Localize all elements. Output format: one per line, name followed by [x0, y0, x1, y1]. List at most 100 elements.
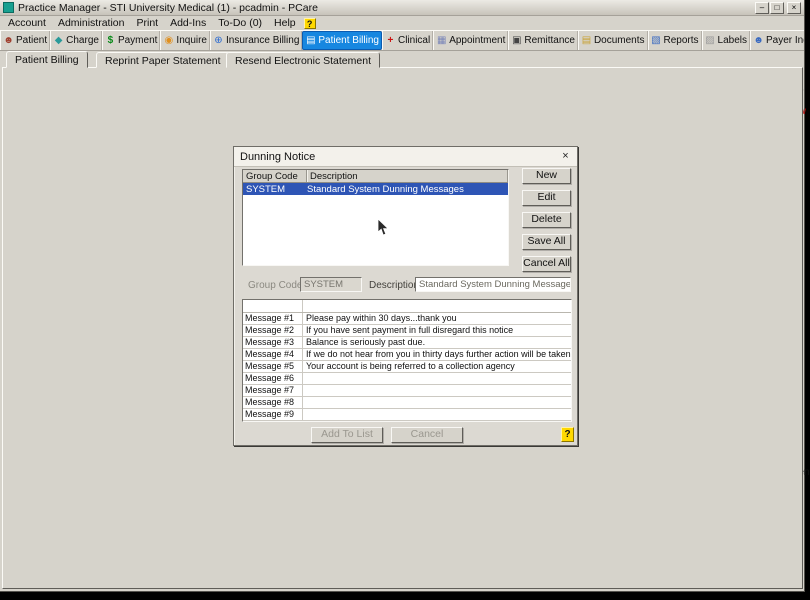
- charge-icon: ◆: [53, 35, 64, 46]
- title-bar[interactable]: Practice Manager - STI University Medica…: [0, 0, 804, 16]
- message-label: Message #6: [243, 373, 303, 384]
- save-all-button[interactable]: Save All: [522, 234, 571, 250]
- tab-patient-billing[interactable]: Patient Billing: [6, 51, 88, 68]
- toolbar-label: Charge: [66, 35, 99, 46]
- dialog-help-icon[interactable]: ?: [561, 427, 574, 442]
- toolbar-label: Documents: [594, 35, 645, 46]
- menu-help[interactable]: Help: [268, 16, 302, 30]
- group-code-column-header[interactable]: Group Code: [243, 170, 307, 182]
- description-column-header[interactable]: Description: [307, 170, 508, 182]
- message-text: If we do not hear from you in thirty day…: [303, 349, 571, 360]
- toolbar-appointment[interactable]: ▦Appointment: [433, 31, 508, 50]
- cancel-all-button[interactable]: Cancel All: [522, 256, 571, 272]
- message-row[interactable]: Message #7: [243, 385, 571, 397]
- toolbar-label: Payment: [118, 35, 157, 46]
- message-row[interactable]: Message #1Please pay within 30 days...th…: [243, 313, 571, 325]
- toolbar-label: Inquire: [176, 35, 207, 46]
- menu-add-ins[interactable]: Add-Ins: [164, 16, 212, 30]
- reports-icon: ▧: [651, 35, 662, 46]
- dunning-list-header: Group Code Description: [243, 170, 508, 183]
- dialog-title-bar[interactable]: Dunning Notice: [234, 147, 577, 167]
- message-label: Message #9: [243, 409, 303, 420]
- toolbar-label: Patient: [16, 35, 47, 46]
- menu-account[interactable]: Account: [2, 16, 52, 30]
- button-label: New: [536, 169, 557, 181]
- toolbar-insurance-billing[interactable]: ⊕Insurance Billing: [210, 31, 302, 50]
- toolbar-label: Reports: [664, 35, 699, 46]
- toolbar-label: Payer Inquiries: [766, 35, 804, 46]
- dialog-title: Dunning Notice: [240, 151, 315, 163]
- message-row[interactable]: Message #5Your account is being referred…: [243, 361, 571, 373]
- payment-icon: $: [105, 35, 116, 46]
- tab-resend-electronic-statement[interactable]: Resend Electronic Statement: [226, 52, 380, 68]
- message-row[interactable]: Message #6: [243, 373, 571, 385]
- toolbar-inquire[interactable]: ◉Inquire: [160, 31, 210, 50]
- main-toolbar: ☻Patient ◆Charge $Payment ◉Inquire ⊕Insu…: [0, 30, 804, 51]
- menu-bar: Account Administration Print Add-Ins To-…: [0, 16, 804, 30]
- new-button[interactable]: New: [522, 168, 571, 184]
- toolbar-patient[interactable]: ☻Patient: [0, 31, 50, 50]
- message-text: [303, 373, 571, 384]
- message-text: If you have sent payment in full disrega…: [303, 325, 571, 336]
- tab-reprint-paper-statement[interactable]: Reprint Paper Statement: [96, 52, 230, 68]
- dialog-cancel-button: Cancel: [391, 427, 463, 443]
- toolbar-patient-billing[interactable]: ▤Patient Billing: [302, 31, 382, 50]
- message-row[interactable]: Message #4If we do not hear from you in …: [243, 349, 571, 361]
- close-icon: ×: [562, 150, 568, 162]
- app-icon: [3, 2, 14, 13]
- payer-inquiries-icon: ☻: [753, 35, 764, 46]
- toolbar-label: Patient Billing: [318, 35, 379, 46]
- button-label: Save All: [528, 235, 566, 247]
- dialog-close-button[interactable]: ×: [558, 150, 573, 164]
- toolbar-payment[interactable]: $Payment: [102, 31, 160, 50]
- message-label: Message #4: [243, 349, 303, 360]
- toolbar-remittance[interactable]: ▣Remittance: [508, 31, 578, 50]
- message-row[interactable]: Message #8: [243, 397, 571, 409]
- group-code-field: SYSTEM: [300, 277, 362, 292]
- message-label: Message #7: [243, 385, 303, 396]
- description-field[interactable]: Standard System Dunning Messages: [415, 277, 571, 292]
- description-cell: Standard System Dunning Messages: [307, 184, 508, 195]
- insurance-billing-icon: ⊕: [213, 35, 224, 46]
- help-label: ?: [564, 429, 570, 440]
- message-row[interactable]: Message #2If you have sent payment in fu…: [243, 325, 571, 337]
- close-button[interactable]: ×: [787, 2, 801, 14]
- maximize-button[interactable]: □: [770, 2, 784, 14]
- toolbar-documents[interactable]: ▤Documents: [578, 31, 648, 50]
- dunning-group-list[interactable]: Group Code Description SYSTEM Standard S…: [242, 169, 509, 266]
- tab-label: Resend Electronic Statement: [235, 55, 371, 67]
- dunning-notice-dialog: Dunning Notice × Group Code Description …: [233, 146, 578, 446]
- message-row[interactable]: Message #9: [243, 409, 571, 421]
- tab-label: Patient Billing: [15, 54, 79, 66]
- menu-to-do[interactable]: To-Do (0): [212, 16, 268, 30]
- app-window: Practice Manager - STI University Medica…: [0, 0, 805, 592]
- inquire-icon: ◉: [163, 35, 174, 46]
- edit-button[interactable]: Edit: [522, 190, 571, 206]
- button-label: Add To List: [321, 428, 373, 440]
- message-row[interactable]: Message #3Balance is seriously past due.: [243, 337, 571, 349]
- dunning-messages-table[interactable]: Message #1Please pay within 30 days...th…: [242, 299, 572, 422]
- toolbar-label: Insurance Billing: [226, 35, 299, 46]
- remittance-icon: ▣: [511, 35, 522, 46]
- toolbar-clinical[interactable]: +Clinical: [382, 31, 433, 50]
- delete-button[interactable]: Delete: [522, 212, 571, 228]
- messages-table-header: [243, 300, 571, 313]
- minimize-button[interactable]: –: [755, 2, 769, 14]
- toolbar-labels[interactable]: ▨Labels: [702, 31, 750, 50]
- appointment-icon: ▦: [436, 35, 447, 46]
- toolbar-reports[interactable]: ▧Reports: [648, 31, 702, 50]
- window-title: Practice Manager - STI University Medica…: [18, 2, 318, 14]
- dunning-group-row[interactable]: SYSTEM Standard System Dunning Messages: [243, 183, 508, 195]
- menu-administration[interactable]: Administration: [52, 16, 131, 30]
- toolbar-label: Remittance: [524, 35, 575, 46]
- patient-icon: ☻: [3, 35, 14, 46]
- group-code-label: Group Code:: [248, 280, 305, 291]
- tab-label: Reprint Paper Statement: [105, 55, 221, 67]
- column-label: Description: [310, 171, 358, 182]
- toolbar-payer-inquiries[interactable]: ☻Payer Inquiries: [750, 31, 804, 50]
- toolbar-charge[interactable]: ◆Charge: [50, 31, 102, 50]
- menu-print[interactable]: Print: [130, 16, 164, 30]
- menu-help-icon[interactable]: ?: [304, 18, 316, 29]
- add-to-list-button: Add To List: [311, 427, 383, 443]
- message-text: Please pay within 30 days...thank you: [303, 313, 571, 324]
